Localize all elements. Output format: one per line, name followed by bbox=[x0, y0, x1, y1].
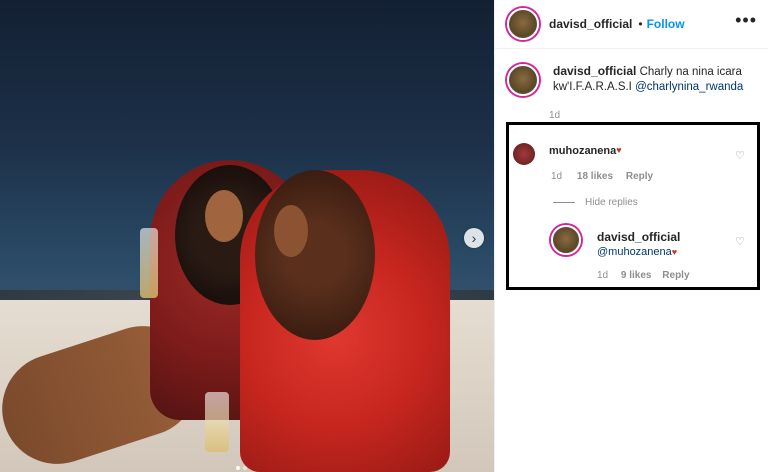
divider bbox=[553, 202, 575, 203]
champagne-glass bbox=[140, 228, 158, 298]
comment-timestamp: 1d bbox=[551, 171, 563, 182]
photo-subject bbox=[255, 170, 375, 340]
heart-emoji: ♥ bbox=[616, 145, 622, 155]
comment-username-text: muhozanena bbox=[549, 145, 617, 157]
caption-body: Charly na nina icara bbox=[639, 66, 742, 78]
caption-body: kw'I.F.A.R.A.S.I bbox=[553, 81, 632, 93]
comment-meta: 1d 18 likes Reply bbox=[551, 171, 653, 182]
carousel-dot bbox=[243, 466, 247, 470]
caption-mention[interactable]: @charlynina_rwanda bbox=[635, 81, 743, 93]
photo-subject bbox=[274, 205, 308, 257]
avatar[interactable] bbox=[513, 143, 535, 165]
reply-button[interactable]: Reply bbox=[662, 270, 689, 281]
reply-button[interactable]: Reply bbox=[626, 171, 653, 182]
caption-timestamp: 1d bbox=[549, 110, 561, 121]
caption-username[interactable]: davisd_official bbox=[553, 64, 636, 78]
more-options-icon[interactable]: ••• bbox=[735, 10, 757, 31]
reply-meta: 1d 9 likes Reply bbox=[597, 270, 690, 281]
photo-subject bbox=[205, 190, 243, 242]
separator-dot: • bbox=[638, 17, 643, 31]
carousel-dots bbox=[236, 466, 247, 470]
champagne-glass bbox=[205, 392, 229, 452]
carousel-dot bbox=[236, 466, 240, 470]
like-reply-icon[interactable]: ♡ bbox=[735, 235, 745, 248]
avatar[interactable] bbox=[507, 64, 539, 96]
reply-mention[interactable]: @muhozanena bbox=[597, 246, 672, 258]
reply: davisd_official @muhozanena♥ bbox=[597, 230, 680, 259]
comment-username[interactable]: muhozanena♥ bbox=[549, 145, 622, 157]
post-username[interactable]: davisd_official bbox=[549, 17, 632, 31]
post-photo[interactable]: › bbox=[0, 0, 494, 472]
comment-likes[interactable]: 18 likes bbox=[577, 171, 613, 182]
like-comment-icon[interactable]: ♡ bbox=[735, 149, 745, 162]
comment: muhozanena♥ bbox=[513, 143, 622, 165]
hide-replies-label: Hide replies bbox=[585, 197, 638, 208]
reply-likes[interactable]: 9 likes bbox=[621, 270, 652, 281]
caption-text: davisd_official Charly na nina icara kw'… bbox=[553, 64, 743, 96]
reply-username[interactable]: davisd_official bbox=[597, 230, 680, 244]
post-header: davisd_official • Follow ••• bbox=[495, 0, 768, 49]
avatar[interactable] bbox=[507, 8, 539, 40]
hide-replies-button[interactable]: Hide replies bbox=[553, 197, 638, 208]
avatar[interactable] bbox=[551, 225, 581, 255]
comment-thread: muhozanena♥ ♡ 1d 18 likes Reply Hide rep… bbox=[506, 122, 760, 290]
caption: davisd_official Charly na nina icara kw'… bbox=[507, 64, 757, 96]
reply-timestamp: 1d bbox=[597, 270, 609, 281]
next-photo-icon[interactable]: › bbox=[464, 228, 484, 248]
reply-avatar[interactable] bbox=[551, 225, 581, 255]
follow-button[interactable]: Follow bbox=[647, 17, 685, 31]
heart-emoji: ♥ bbox=[671, 247, 678, 257]
